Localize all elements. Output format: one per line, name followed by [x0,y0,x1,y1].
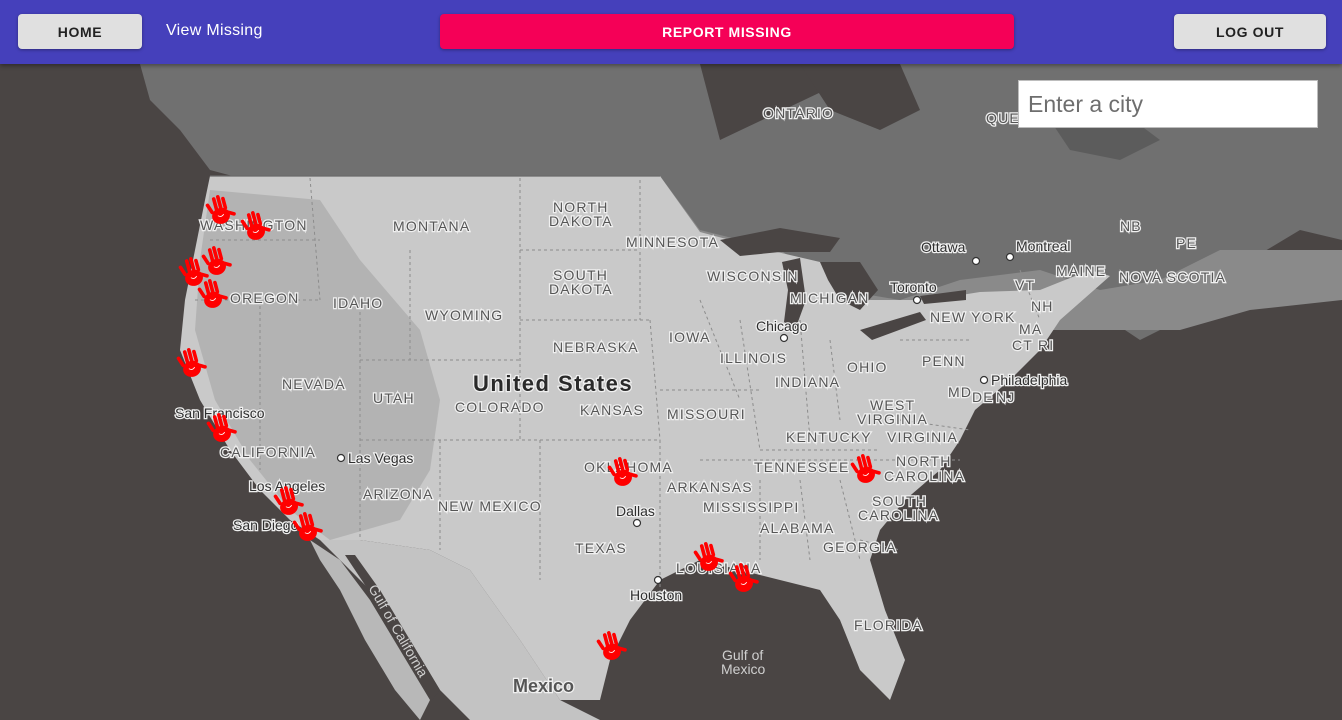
label-new-york: NEW YORK [930,309,1016,325]
label-kansas: KANSAS [580,402,644,418]
label-penn: PENN [922,353,966,369]
label-georgia: GEORGIA [823,539,897,555]
label-united-states: United States [473,371,633,396]
label-chicago: Chicago [756,318,808,334]
label-philadelphia: Philadelphia [991,372,1067,388]
label-florida: FLORIDA [854,617,923,633]
label-ri: RI [1038,337,1054,353]
label-north-carolina-1: NORTH [896,453,952,469]
label-minnesota: MINNESOTA [626,234,719,250]
label-dallas: Dallas [616,503,655,519]
label-ontario: ONTARIO [763,105,834,121]
label-houston: Houston [630,587,682,603]
label-gulf-of-mexico-2: Mexico [721,661,766,677]
view-missing-link[interactable]: View Missing [166,22,263,40]
report-missing-button[interactable]: REPORT MISSING [440,14,1014,49]
label-montana: MONTANA [393,218,470,234]
label-south-carolina-2: CAROLINA [858,507,939,523]
label-arizona: ARIZONA [363,486,434,502]
label-oregon: OREGON [230,290,299,306]
log-out-button[interactable]: LOG OUT [1174,14,1326,49]
label-mississippi: MISSISSIPPI [703,499,799,515]
home-button[interactable]: HOME [18,14,142,49]
label-nh: NH [1031,298,1054,314]
label-de: DE [972,389,994,405]
label-vt: VT [1015,277,1035,293]
label-wyoming: WYOMING [425,307,503,323]
label-indiana: INDIANA [775,374,840,390]
label-ohio: OHIO [847,359,888,375]
label-tennessee: TENNESSEE [754,459,850,475]
label-nb: NB [1120,218,1142,234]
label-north-dakota-2: DAKOTA [549,213,613,229]
label-iowa: IOWA [669,329,711,345]
label-south-dakota-2: DAKOTA [549,281,613,297]
label-montreal: Montreal [1016,238,1070,254]
app-bar: HOME View Missing REPORT MISSING LOG OUT [0,0,1342,64]
label-quebec-partial: QUE [986,110,1020,126]
label-kentucky: KENTUCKY [786,429,872,445]
label-md: MD [948,384,972,400]
label-west-virginia-2: VIRGINIA [857,411,928,427]
label-wisconsin: WISCONSIN [707,268,799,284]
label-arkansas: ARKANSAS [667,479,753,495]
label-virginia: VIRGINIA [887,429,958,445]
label-texas: TEXAS [575,540,627,556]
label-missouri: MISSOURI [667,406,746,422]
label-new-mexico: NEW MEXICO [438,498,542,514]
label-illinois: ILLINOIS [720,350,787,366]
city-search-input[interactable] [1018,80,1318,128]
label-ottawa: Ottawa [921,239,966,255]
label-nevada: NEVADA [282,376,346,392]
label-north-carolina-2: CAROLINA [884,468,965,484]
label-nebraska: NEBRASKA [553,339,639,355]
label-california: CALIFORNIA [220,444,316,460]
label-san-diego: San Diego [233,517,299,533]
label-nova-scotia: NOVA SCOTIA [1119,269,1226,285]
label-nj: NJ [996,389,1016,405]
label-mexico: Mexico [513,676,574,696]
label-colorado: COLORADO [455,399,545,415]
label-las-vegas: Las Vegas [348,450,413,466]
label-utah: UTAH [373,390,415,406]
label-toronto: Toronto [890,279,937,295]
label-maine: MAINE [1056,263,1106,279]
label-alabama: ALABAMA [760,520,835,536]
label-pe: PE [1176,235,1197,251]
label-ma: MA [1019,321,1042,337]
label-michigan: MICHIGAN [790,290,870,306]
map-view[interactable]: United States Mexico WASHINGTON MONTANA … [0,64,1342,720]
label-idaho: IDAHO [333,295,383,311]
label-ct: CT [1012,337,1033,353]
